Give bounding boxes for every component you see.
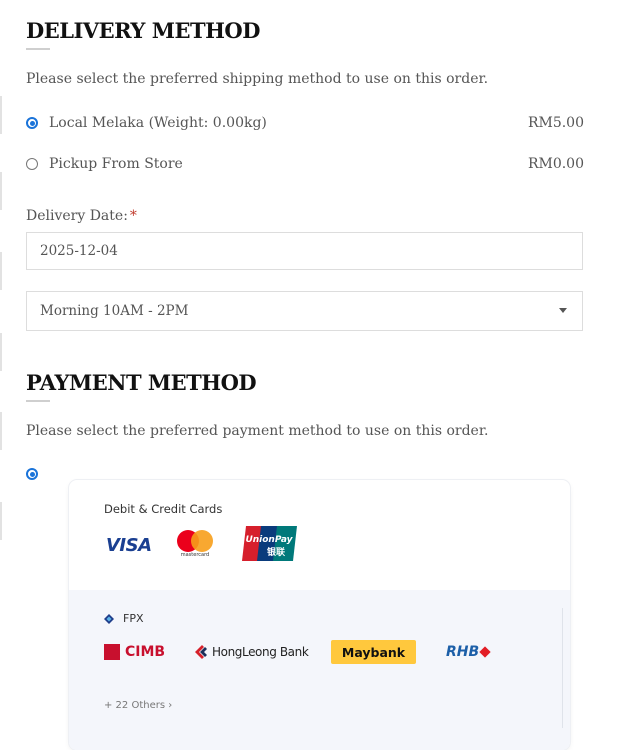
edge-mark [0,252,2,290]
mastercard-logo: mastercard [177,530,213,560]
delivery-date-label-text: Delivery Date: [26,208,128,224]
delivery-heading: DELIVERY METHOD [26,18,260,43]
edge-mark [0,96,2,134]
fpx-label: FPX [123,612,144,625]
shipping-option-label: Local Melaka (Weight: 0.00kg) [49,115,267,131]
time-slot-select[interactable]: Morning 10AM - 2PM [26,291,583,331]
edge-mark [0,333,2,371]
radio-pickup[interactable] [26,158,38,170]
shipping-option-price: RM5.00 [527,115,584,131]
fpx-row: FPX [104,612,144,625]
delivery-date-label: Delivery Date: * [26,208,137,224]
time-slot-value: Morning 10AM - 2PM [40,303,189,319]
delivery-date-input[interactable]: 2025-12-04 [26,232,583,270]
unionpay-chinese-text: 银联 [267,546,286,558]
maybank-label: Maybank [341,644,406,660]
heading-underline [26,48,50,50]
cimb-icon [104,644,120,660]
radio-local-melaka[interactable] [26,117,38,129]
unionpay-logo: UnionPay 银联 [242,526,297,561]
fpx-icon [104,613,114,624]
required-marker: * [129,208,137,224]
bank-maybank[interactable]: Maybank [331,640,416,664]
cimb-label: CIMB [125,644,166,660]
unionpay-text: UnionPay [245,535,293,545]
edge-mark [0,172,2,210]
edge-mark [0,412,2,450]
edge-mark [0,502,2,540]
shipping-option-label: Pickup From Store [49,156,183,172]
bank-rhb[interactable]: RHB [446,644,479,660]
shipping-option-local-melaka[interactable]: Local Melaka (Weight: 0.00kg) RM5.00 [26,112,584,134]
payment-gateway-card[interactable]: Debit & Credit Cards VISA mastercard Uni… [69,480,570,750]
delivery-description: Please select the preferred shipping met… [26,71,489,87]
online-banking-section [69,590,570,750]
mastercard-text: mastercard [180,552,210,558]
more-banks-link[interactable]: + 22 Others › [104,700,172,711]
bank-hongleong[interactable]: HongLeong Bank [195,645,309,659]
visa-logo: VISA [106,535,152,556]
scrollbar[interactable] [562,608,563,728]
hongleong-label: HongLeong Bank [212,645,309,659]
card-section-title: Debit & Credit Cards [104,502,223,516]
radio-payment-gateway[interactable] [26,468,38,480]
delivery-date-value: 2025-12-04 [40,243,118,259]
shipping-option-pickup[interactable]: Pickup From Store RM0.00 [26,153,584,175]
payment-heading: PAYMENT METHOD [26,370,257,395]
bank-cimb[interactable]: CIMB [104,644,165,660]
chevron-down-icon [559,308,567,313]
payment-option-radio-wrap[interactable] [26,468,38,480]
shipping-option-price: RM0.00 [527,156,584,172]
heading-underline [26,400,50,402]
payment-description: Please select the preferred payment meth… [26,423,489,439]
hongleong-icon [195,645,207,659]
